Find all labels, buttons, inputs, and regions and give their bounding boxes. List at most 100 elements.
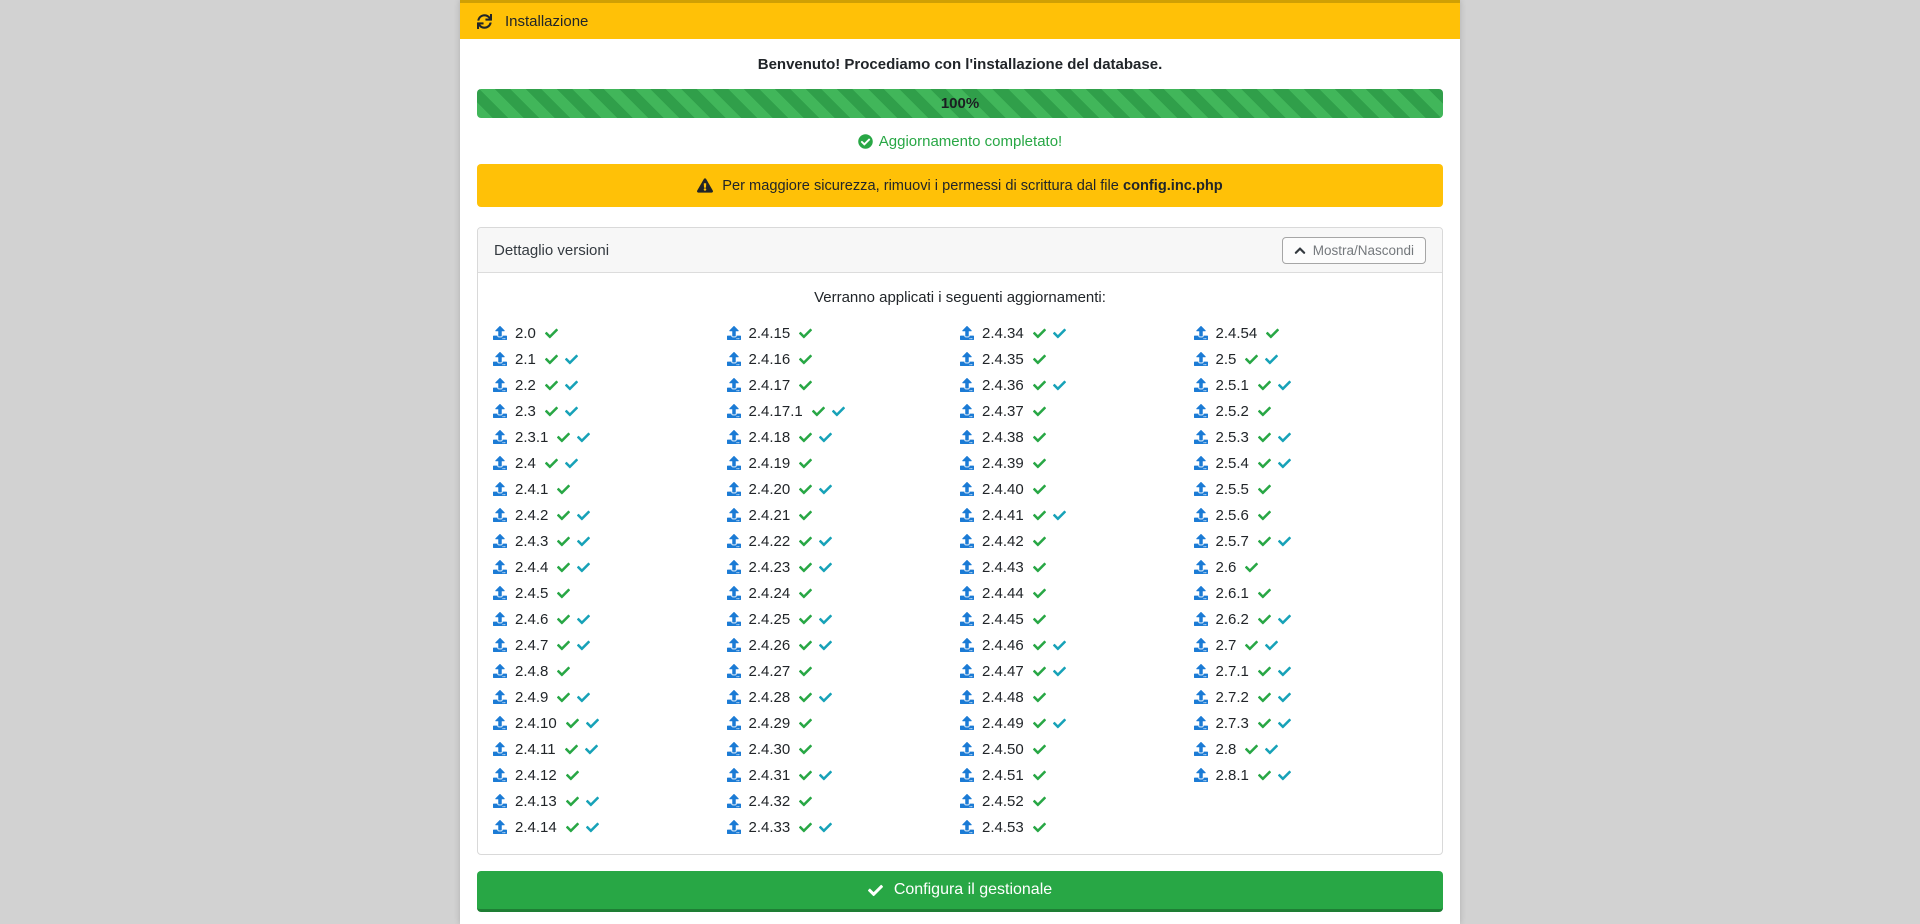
check-icon [799, 821, 812, 834]
check-icon [1258, 405, 1271, 418]
version-item: 2.4.6 [493, 606, 727, 632]
version-label: 2.4.4 [515, 559, 548, 576]
version-checks [557, 561, 590, 574]
upload-icon [727, 404, 741, 418]
version-checks [799, 431, 832, 444]
version-item: 2.4.3 [493, 528, 727, 554]
version-item: 2.4.36 [960, 372, 1194, 398]
upload-icon [1194, 664, 1208, 678]
check-icon [586, 795, 599, 808]
status-line: Aggiornamento completato! [477, 131, 1443, 152]
version-label: 2.3 [515, 403, 536, 420]
version-item: 2.5.7 [1194, 528, 1428, 554]
version-checks [1258, 769, 1291, 782]
version-item: 2.4.50 [960, 736, 1194, 762]
check-icon [799, 639, 812, 652]
upload-icon [493, 456, 507, 470]
upload-icon [493, 586, 507, 600]
upload-icon [727, 508, 741, 522]
check-icon [799, 379, 812, 392]
configure-button[interactable]: Configura il gestionale [477, 871, 1443, 912]
check-icon [819, 535, 832, 548]
version-checks [1033, 483, 1046, 496]
welcome-text: Benvenuto! Procediamo con l'installazion… [477, 54, 1443, 75]
upload-icon [1194, 638, 1208, 652]
upload-icon [493, 690, 507, 704]
version-checks [812, 405, 845, 418]
check-icon [799, 613, 812, 626]
version-label: 2.4.21 [749, 507, 791, 524]
upload-icon [960, 664, 974, 678]
check-icon [557, 639, 570, 652]
version-label: 2.5.2 [1216, 403, 1249, 420]
version-label: 2.4.54 [1216, 325, 1258, 342]
version-checks [566, 717, 599, 730]
version-checks [1033, 639, 1066, 652]
version-item: 2.4.34 [960, 320, 1194, 346]
check-icon [1033, 561, 1046, 574]
version-item: 2.3 [493, 398, 727, 424]
version-checks [799, 717, 812, 730]
check-icon [1258, 613, 1271, 626]
version-item: 2.4.17 [727, 372, 961, 398]
check-icon [585, 743, 598, 756]
versions-grid: 2.02.12.22.32.3.12.42.4.12.4.22.4.32.4.4… [493, 320, 1427, 840]
check-icon [1266, 327, 1279, 340]
version-label: 2.4.43 [982, 559, 1024, 576]
upload-icon [493, 326, 507, 340]
version-label: 2.4.26 [749, 637, 791, 654]
version-label: 2.4.3 [515, 533, 548, 550]
version-label: 2.7.1 [1216, 663, 1249, 680]
version-item: 2.4.28 [727, 684, 961, 710]
version-checks [1033, 769, 1046, 782]
version-label: 2.4.11 [515, 741, 556, 758]
versions-column: 2.4.542.52.5.12.5.22.5.32.5.42.5.52.5.62… [1194, 320, 1428, 840]
version-label: 2.5.4 [1216, 455, 1249, 472]
check-icon [1245, 353, 1258, 366]
upload-icon [493, 508, 507, 522]
check-icon [577, 639, 590, 652]
version-item: 2.4.26 [727, 632, 961, 658]
check-icon [565, 405, 578, 418]
upload-icon [727, 326, 741, 340]
version-item: 2.5 [1194, 346, 1428, 372]
upload-icon [1194, 430, 1208, 444]
version-item: 2.4.14 [493, 814, 727, 840]
version-checks [1033, 535, 1046, 548]
check-icon [586, 717, 599, 730]
show-hide-button[interactable]: Mostra/Nascondi [1282, 237, 1426, 264]
upload-icon [727, 378, 741, 392]
upload-icon [960, 352, 974, 366]
version-checks [799, 327, 812, 340]
version-checks [566, 821, 599, 834]
upload-icon [960, 326, 974, 340]
upload-icon [727, 586, 741, 600]
version-label: 2.7.2 [1216, 689, 1249, 706]
check-icon [819, 483, 832, 496]
upload-icon [1194, 378, 1208, 392]
check-icon [565, 457, 578, 470]
version-label: 2.4.37 [982, 403, 1024, 420]
version-label: 2.4.40 [982, 481, 1024, 498]
version-label: 2.5.6 [1216, 507, 1249, 524]
upload-icon [493, 430, 507, 444]
check-icon [799, 717, 812, 730]
check-icon [1245, 639, 1258, 652]
upload-icon [1194, 690, 1208, 704]
upload-icon [727, 716, 741, 730]
upload-icon [493, 404, 507, 418]
check-icon [1245, 561, 1258, 574]
check-icon [1033, 379, 1046, 392]
version-checks [1258, 717, 1291, 730]
upload-icon [960, 430, 974, 444]
check-icon [1033, 795, 1046, 808]
version-label: 2.4.29 [749, 715, 791, 732]
progress-bar: 100% [477, 89, 1443, 118]
upload-icon [960, 768, 974, 782]
check-icon [1033, 327, 1046, 340]
check-icon [799, 431, 812, 444]
version-item: 2.7.1 [1194, 658, 1428, 684]
version-checks [545, 353, 578, 366]
version-checks [1258, 509, 1271, 522]
upload-icon [727, 456, 741, 470]
